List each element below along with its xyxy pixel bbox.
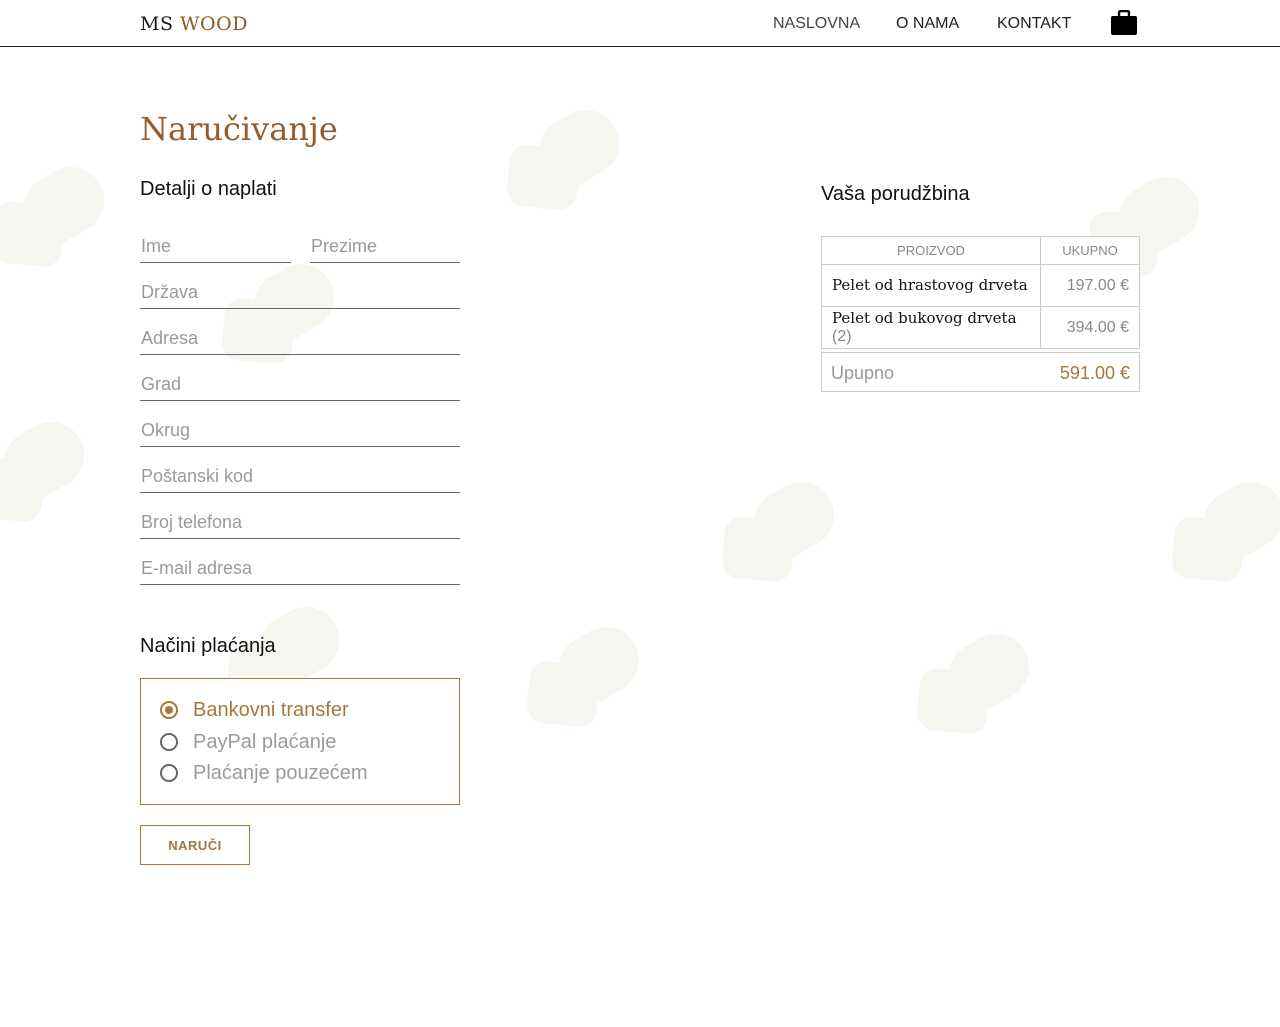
payment-methods-box: Bankovni transfer PayPal plaćanje Plaćan… (140, 678, 460, 805)
logo-text-wood: WOOD (180, 13, 248, 35)
place-order-button[interactable]: NARUČI (140, 825, 250, 865)
radio-unchecked-icon[interactable] (160, 733, 178, 751)
pellet-decoration (904, 622, 1057, 751)
column-header-product: PROIZVOD (821, 236, 1041, 265)
radio-checked-icon[interactable] (160, 701, 178, 719)
pellet-decoration (1159, 470, 1280, 599)
page-title: Naručivanje (140, 110, 338, 148)
radio-unchecked-icon[interactable] (160, 764, 178, 782)
pellet-decoration (0, 155, 131, 284)
payment-option-label: PayPal plaćanje (193, 731, 337, 753)
nav-link-contact[interactable]: KONTAKT (997, 15, 1071, 33)
product-name: Pelet od hrastovog drveta (832, 276, 1028, 294)
product-name: Pelet od bukovog drveta (832, 309, 1017, 327)
address-field[interactable] (140, 327, 460, 355)
product-price: 197.00 € (1040, 264, 1140, 307)
nav-link-about[interactable]: O NAMA (896, 15, 959, 33)
city-field[interactable] (140, 373, 460, 401)
order-table-header: PROIZVOD UKUPNO (821, 236, 1140, 265)
site-header: MS WOOD NASLOVNA O NAMA KONTAKT (0, 0, 1280, 47)
first-name-field[interactable] (140, 235, 291, 263)
pellet-decoration (709, 470, 862, 599)
shopping-bag-icon[interactable] (1110, 10, 1138, 36)
product-price: 394.00 € (1040, 306, 1140, 349)
pellet-decoration (514, 615, 667, 744)
payment-methods-heading: Načini plaćanja (140, 635, 276, 657)
district-field[interactable] (140, 419, 460, 447)
country-field[interactable] (140, 281, 460, 309)
product-cell: Pelet od bukovog drveta (2) (821, 306, 1041, 349)
pellet-decoration (209, 252, 362, 381)
order-summary-heading: Vaša porudžbina (821, 183, 970, 205)
pellet-decoration (0, 410, 111, 539)
pellet-decoration (494, 98, 647, 227)
phone-field[interactable] (140, 511, 460, 539)
payment-option-label: Plaćanje pouzećem (193, 762, 368, 784)
product-quantity: (2) (832, 328, 852, 345)
total-value: 591.00 € (1059, 363, 1130, 383)
total-label: Upupno (831, 363, 895, 383)
table-row: Pelet od bukovog drveta (2) 394.00 € (821, 306, 1140, 349)
logo-text-ms: MS (140, 13, 174, 35)
product-cell: Pelet od hrastovog drveta (821, 264, 1041, 307)
last-name-field[interactable] (310, 235, 460, 263)
order-total: Upupno 591.00 € (821, 352, 1140, 392)
billing-details-heading: Detalji o naplati (140, 178, 277, 200)
column-header-total: UKUPNO (1040, 236, 1140, 265)
nav-link-home[interactable]: NASLOVNA (773, 15, 860, 33)
payment-option-label: Bankovni transfer (193, 699, 349, 721)
postal-code-field[interactable] (140, 465, 460, 493)
table-row: Pelet od hrastovog drveta 197.00 € (821, 264, 1140, 307)
email-field[interactable] (140, 557, 460, 585)
order-table: PROIZVOD UKUPNO Pelet od hrastovog drvet… (821, 236, 1140, 349)
site-logo[interactable]: MS WOOD (140, 13, 248, 35)
